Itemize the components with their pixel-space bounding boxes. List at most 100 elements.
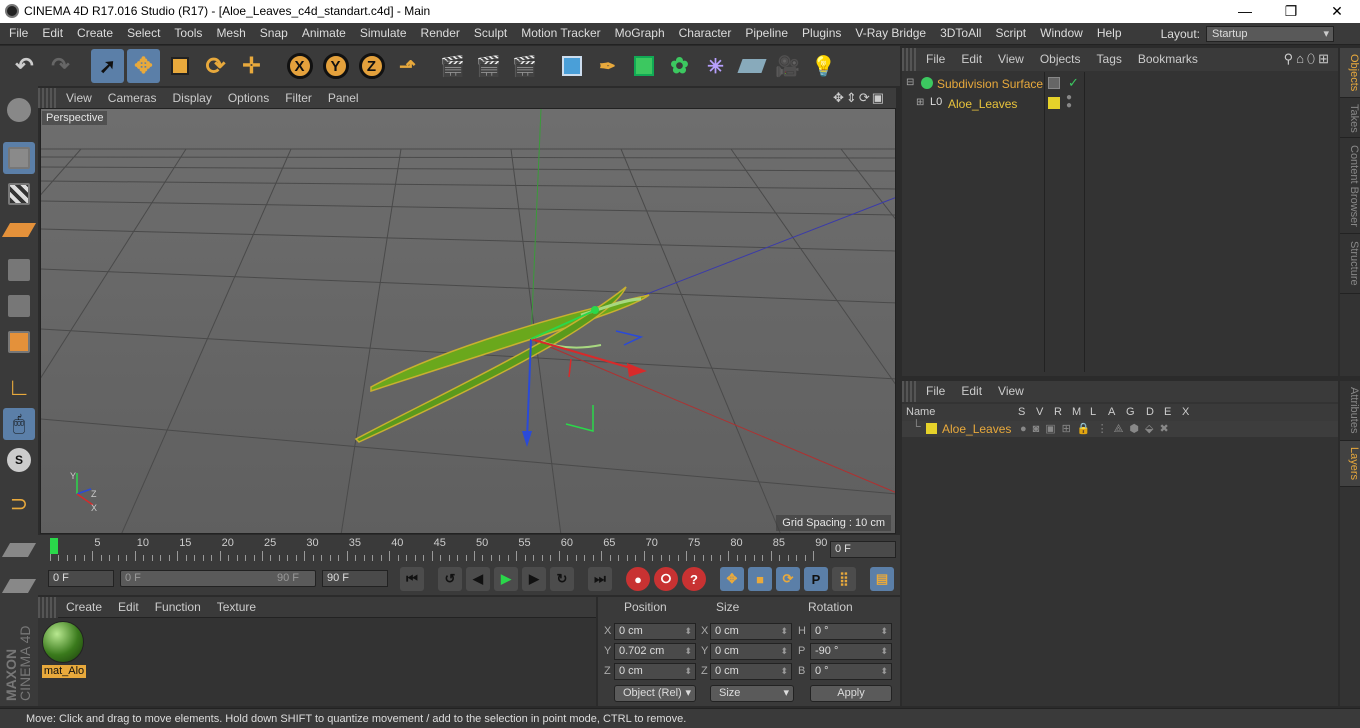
menu-item-mesh[interactable]: Mesh bbox=[209, 23, 252, 45]
make-editable-button[interactable] bbox=[3, 94, 35, 126]
cloner-icon[interactable]: ✿ bbox=[663, 49, 696, 83]
next-frame-button[interactable]: ▶ bbox=[522, 567, 546, 591]
size-mode-dropdown[interactable]: Size ▾ bbox=[710, 685, 794, 702]
size-z-field[interactable]: 0 cm bbox=[710, 663, 792, 680]
menu-item-render[interactable]: Render bbox=[414, 23, 467, 45]
side-tab-takes[interactable]: Takes bbox=[1340, 98, 1360, 138]
next-key-button[interactable]: ↻ bbox=[550, 567, 574, 591]
close-icon[interactable]: ✕ bbox=[1314, 2, 1360, 21]
apply-button[interactable]: Apply bbox=[810, 685, 892, 702]
coordinate-mode-dropdown[interactable]: Object (Rel) ▾ bbox=[614, 685, 696, 702]
menu-item-edit[interactable]: Edit bbox=[35, 23, 70, 45]
menu-item-character[interactable]: Character bbox=[672, 23, 739, 45]
object-row[interactable]: ⊟ Subdivision Surface ✓ bbox=[902, 74, 1338, 94]
layer-color-icon[interactable] bbox=[926, 423, 937, 434]
render-settings-button[interactable]: 🎬 bbox=[508, 49, 541, 83]
light-object-icon[interactable]: 💡 bbox=[807, 49, 840, 83]
object-menu-edit[interactable]: Edit bbox=[953, 48, 990, 71]
render-view-button[interactable]: 🎬 bbox=[436, 49, 469, 83]
autokey-button[interactable]: ⭘ bbox=[654, 567, 678, 591]
position-z-field[interactable]: 0 cm bbox=[614, 663, 696, 680]
layer-color-icon[interactable] bbox=[1048, 97, 1060, 109]
viewport-menu-panel[interactable]: Panel bbox=[320, 88, 367, 108]
expand-icon[interactable]: ⊟ bbox=[906, 77, 914, 88]
snap-button[interactable]: S bbox=[3, 444, 35, 476]
side-tab-structure[interactable]: Structure bbox=[1340, 234, 1360, 294]
camera-label[interactable]: Perspective bbox=[42, 111, 108, 125]
object-menu-tags[interactable]: Tags bbox=[1089, 48, 1130, 71]
object-menu-objects[interactable]: Objects bbox=[1032, 48, 1089, 71]
timeline-ruler[interactable]: 051015202530354045505560657075808590 0 F bbox=[38, 535, 900, 563]
menu-item-sculpt[interactable]: Sculpt bbox=[467, 23, 514, 45]
record-keys-button[interactable]: ● bbox=[626, 567, 650, 591]
menu-item-simulate[interactable]: Simulate bbox=[353, 23, 414, 45]
menu-item-create[interactable]: Create bbox=[70, 23, 120, 45]
menu-item-mograph[interactable]: MoGraph bbox=[608, 23, 672, 45]
rotation-b-field[interactable]: 0 ° bbox=[810, 663, 892, 680]
layer-column-e[interactable]: E bbox=[1164, 406, 1171, 418]
object-manager-nav-icons[interactable]: ⚲⌂⬯⊞ bbox=[1284, 51, 1332, 67]
layer-column-d[interactable]: D bbox=[1146, 406, 1154, 418]
layer-column-a[interactable]: A bbox=[1108, 406, 1115, 418]
layer-column-v[interactable]: V bbox=[1036, 406, 1043, 418]
keyframe-selection-button[interactable]: ? bbox=[682, 567, 706, 591]
workplane-mode-button[interactable] bbox=[1, 214, 37, 246]
side-tab-objects[interactable]: Objects bbox=[1340, 48, 1360, 98]
timeline-window-button[interactable]: ▤ bbox=[870, 567, 894, 591]
layer-toggle-icons[interactable]: ●◙▣⊞🔒⋮⟁⬢⬙✖ bbox=[1020, 422, 1175, 436]
object-name[interactable]: Aloe_Leaves bbox=[948, 97, 1017, 111]
pen-spline-icon[interactable]: ✒ bbox=[591, 49, 624, 83]
size-x-field[interactable]: 0 cm bbox=[710, 623, 792, 640]
layer-column-l[interactable]: L bbox=[1090, 406, 1096, 418]
axis-mode-button[interactable]: ∟ bbox=[3, 372, 35, 404]
material-menu-edit[interactable]: Edit bbox=[110, 597, 147, 618]
go-to-start-button[interactable]: ⏮ bbox=[400, 567, 424, 591]
visibility-dots-icon[interactable]: ● ● bbox=[1066, 93, 1072, 111]
layer-column-name[interactable]: Name bbox=[906, 406, 935, 418]
enabled-check-icon[interactable]: ✓ bbox=[1068, 75, 1079, 91]
key-parameter-button[interactable]: P bbox=[804, 567, 828, 591]
viewport-menu-options[interactable]: Options bbox=[220, 88, 277, 108]
menu-item-snap[interactable]: Snap bbox=[253, 23, 295, 45]
points-mode-button[interactable] bbox=[3, 254, 35, 286]
maximize-icon[interactable]: ❐ bbox=[1268, 2, 1314, 21]
side-tab-layers[interactable]: Layers bbox=[1340, 441, 1360, 487]
polygons-mode-button[interactable] bbox=[3, 326, 35, 358]
object-row[interactable]: ⊞ L0 Aloe_Leaves ● ● bbox=[902, 93, 1338, 114]
layer-name[interactable]: Aloe_Leaves bbox=[942, 422, 1011, 436]
recent-tool-button[interactable]: ✛ bbox=[235, 49, 268, 83]
play-button[interactable]: ▶ bbox=[494, 567, 518, 591]
layer-menu-view[interactable]: View bbox=[990, 381, 1032, 402]
layer-column-x[interactable]: X bbox=[1182, 406, 1189, 418]
tweak-mode-button[interactable]: 🖱 bbox=[3, 408, 35, 440]
viewport-menu-view[interactable]: View bbox=[58, 88, 100, 108]
material-menu-texture[interactable]: Texture bbox=[209, 597, 264, 618]
z-axis-lock-button[interactable]: Z bbox=[355, 49, 388, 83]
layer-row[interactable]: └ Aloe_Leaves ●◙▣⊞🔒⋮⟁⬢⬙✖ bbox=[902, 419, 1338, 437]
live-selection-button[interactable]: ➚ bbox=[91, 49, 124, 83]
menu-item-animate[interactable]: Animate bbox=[295, 23, 353, 45]
rotation-p-field[interactable]: -90 ° bbox=[810, 643, 892, 660]
menu-item-3dtoall[interactable]: 3DToAll bbox=[933, 23, 988, 45]
workplane-lock-button[interactable] bbox=[1, 534, 37, 566]
viewport-menu-cameras[interactable]: Cameras bbox=[100, 88, 165, 108]
layer-menu-edit[interactable]: Edit bbox=[953, 381, 990, 402]
camera-object-icon[interactable]: 🎥 bbox=[771, 49, 804, 83]
playhead[interactable] bbox=[50, 538, 58, 554]
perspective-viewport[interactable]: Y Z X Perspective Grid Spacing : 10 cm bbox=[40, 108, 896, 534]
material-menu-create[interactable]: Create bbox=[58, 597, 110, 618]
x-axis-lock-button[interactable]: X bbox=[283, 49, 316, 83]
menu-item-window[interactable]: Window bbox=[1033, 23, 1090, 45]
subdivision-surface-icon[interactable] bbox=[627, 49, 660, 83]
material-menu-function[interactable]: Function bbox=[147, 597, 209, 618]
menu-item-tools[interactable]: Tools bbox=[167, 23, 209, 45]
menu-item-plugins[interactable]: Plugins bbox=[795, 23, 848, 45]
model-mode-button[interactable] bbox=[3, 142, 35, 174]
undo-button[interactable]: ↶ bbox=[8, 49, 41, 83]
menu-item-file[interactable]: File bbox=[2, 23, 35, 45]
previous-frame-button[interactable]: ◀ bbox=[466, 567, 490, 591]
coordinate-system-button[interactable]: ⬏ bbox=[391, 49, 424, 83]
current-frame-field[interactable]: 0 F bbox=[830, 541, 896, 558]
menu-item-select[interactable]: Select bbox=[120, 23, 167, 45]
rotate-tool-button[interactable]: ⟳ bbox=[199, 49, 232, 83]
